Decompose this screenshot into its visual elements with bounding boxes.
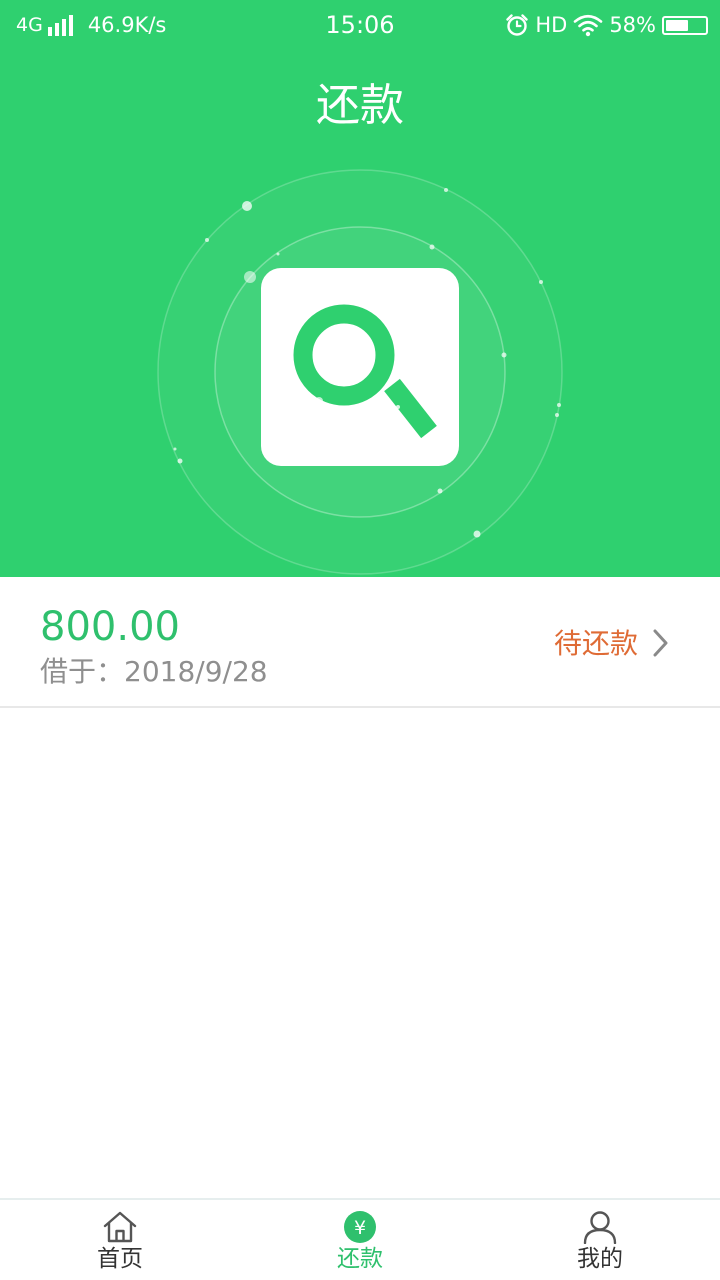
loan-amount: 800.00 — [40, 604, 180, 650]
tab-home[interactable]: 首页 — [0, 1200, 240, 1280]
home-icon — [103, 1211, 137, 1243]
user-icon — [583, 1211, 617, 1244]
yuan-icon: ¥ — [344, 1211, 376, 1243]
tab-home-label: 首页 — [97, 1246, 143, 1272]
chevron-right-icon[interactable] — [650, 628, 670, 658]
search-illustration — [157, 169, 563, 575]
tab-repay[interactable]: ¥ 还款 — [240, 1200, 480, 1280]
repayment-status[interactable]: 待还款 — [554, 625, 638, 663]
tab-repay-label: 还款 — [337, 1246, 383, 1272]
header-banner: 4G 46.9K/s 15:06 HD 58% 还款 — [0, 0, 720, 577]
tab-mine-label: 我的 — [577, 1246, 623, 1272]
search-card — [261, 268, 459, 466]
bottom-tab-bar: 首页 ¥ 还款 我的 — [0, 1198, 720, 1280]
borrow-info: 借于： 2018/9/28 — [40, 654, 268, 690]
tab-mine[interactable]: 我的 — [480, 1200, 720, 1280]
borrow-label: 借于： — [40, 655, 125, 688]
svg-text:¥: ¥ — [354, 1217, 366, 1239]
borrow-date: 2018/9/28 — [124, 655, 268, 688]
